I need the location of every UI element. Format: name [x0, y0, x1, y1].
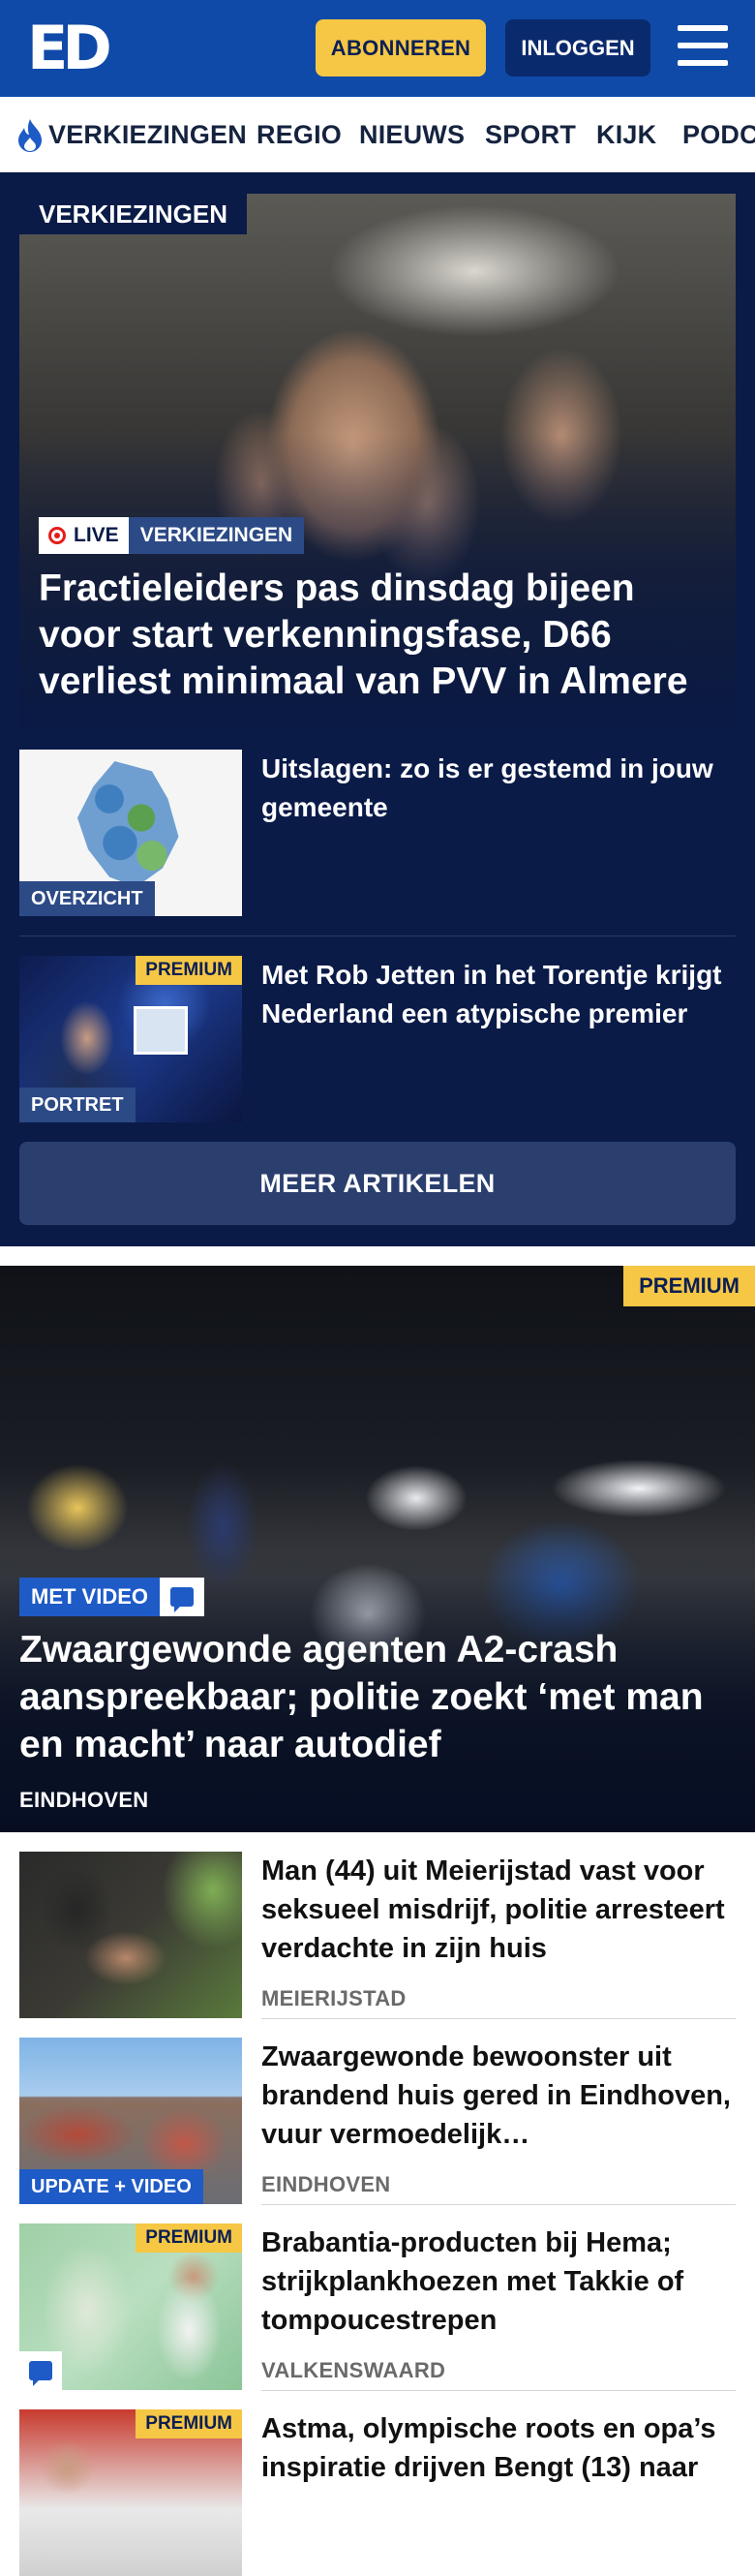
thumbnail-label: PORTRET [19, 1088, 136, 1122]
article-thumbnail [19, 1852, 242, 2018]
nav-item-nieuws[interactable]: NIEUWS [359, 118, 465, 151]
section-label: VERKIEZINGEN [19, 194, 248, 234]
ed-logo[interactable]: ED [27, 17, 112, 79]
article-thumbnail: OVERZICHT [19, 750, 242, 916]
article-headline[interactable]: Astma, olympische roots en opa’s inspira… [261, 2409, 736, 2487]
nav-item-kijk[interactable]: KIJK [596, 118, 656, 151]
hamburger-menu-icon[interactable] [678, 25, 728, 70]
thumbnail-label: OVERZICHT [19, 881, 155, 916]
article-thumbnail: UPDATE + VIDEO [19, 2038, 242, 2204]
list-item[interactable]: PREMIUM Astma, olympische roots en opa’s… [19, 2409, 736, 2576]
list-item[interactable]: Man (44) uit Meierijstad vast voor seksu… [19, 1852, 736, 2018]
category-badge: VERKIEZINGEN [128, 517, 305, 554]
hero-headline[interactable]: Fractieleiders pas dinsdag bijeen voor s… [39, 566, 726, 705]
feature-location: EINDHOVEN [19, 1788, 149, 1812]
comment-icon [170, 1587, 195, 1612]
divider [261, 2390, 736, 2391]
divider [261, 2204, 736, 2205]
article-location: MEIERIJSTAD [261, 1986, 407, 2010]
hero-article[interactable]: VERKIEZINGEN LIVE VERKIEZINGEN Fractiele… [19, 194, 736, 728]
article-headline[interactable]: Man (44) uit Meierijstad vast voor seksu… [261, 1852, 736, 1968]
live-dot-icon [48, 527, 66, 544]
premium-badge: PREMIUM [136, 2409, 242, 2438]
list-item[interactable]: PREMIUM Brabantia-producten bij Hema; st… [19, 2223, 736, 2390]
nav-item-regio[interactable]: REGIO [257, 118, 342, 151]
feature-article[interactable]: PREMIUM MET VIDEO Zwaargewonde agenten A… [0, 1266, 755, 1832]
premium-badge: PREMIUM [136, 2223, 242, 2253]
article-teaser[interactable]: PREMIUM PORTRET Met Rob Jetten in het To… [19, 956, 736, 1122]
article-headline[interactable]: Zwaargewonde bewoonster uit brandend hui… [261, 2038, 736, 2154]
comment-badge [160, 1578, 205, 1616]
update-video-badge: UPDATE + VIDEO [19, 2169, 203, 2204]
flame-icon [18, 119, 42, 152]
feature-headline[interactable]: Zwaargewonde agenten A2-crash aanspreekb… [19, 1626, 716, 1768]
article-headline[interactable]: Met Rob Jetten in het Torentje krijgt Ne… [261, 956, 736, 1033]
top-bar: ED ABONNEREN INLOGGEN [0, 0, 755, 97]
article-teaser[interactable]: OVERZICHT Uitslagen: zo is er gestemd in… [19, 750, 736, 916]
article-location: VALKENSWAARD [261, 2358, 446, 2382]
more-articles-button[interactable]: MEER ARTIKELEN [19, 1142, 736, 1225]
comment-icon [29, 2361, 52, 2386]
article-headline[interactable]: Brabantia-producten bij Hema; strijkplan… [261, 2223, 736, 2340]
premium-badge: PREMIUM [623, 1266, 755, 1306]
live-label: LIVE [74, 524, 119, 546]
list-item[interactable]: UPDATE + VIDEO Zwaargewonde bewoonster u… [19, 2038, 736, 2204]
login-button[interactable]: INLOGGEN [505, 19, 650, 77]
article-thumbnail: PREMIUM PORTRET [19, 956, 242, 1122]
feature-badges: MET VIDEO [19, 1578, 205, 1616]
category-nav: VERKIEZINGEN REGIO NIEUWS SPORT KIJK POD… [0, 97, 755, 172]
divider [261, 2018, 736, 2019]
article-thumbnail: PREMIUM [19, 2409, 242, 2576]
video-badge: MET VIDEO [19, 1578, 161, 1616]
live-badge: LIVE [39, 517, 129, 554]
article-headline[interactable]: Uitslagen: zo is er gestemd in jouw geme… [261, 750, 736, 827]
article-location: EINDHOVEN [261, 2172, 391, 2196]
comment-badge [19, 2351, 62, 2390]
nav-item-podcast[interactable]: PODC [682, 118, 755, 151]
article-thumbnail: PREMIUM [19, 2223, 242, 2390]
hero-badges: LIVE VERKIEZINGEN [39, 517, 305, 554]
nav-item-verkiezingen[interactable]: VERKIEZINGEN [48, 118, 247, 151]
nav-item-sport[interactable]: SPORT [485, 118, 576, 151]
election-section: VERKIEZINGEN LIVE VERKIEZINGEN Fractiele… [0, 172, 755, 1246]
divider [19, 935, 736, 936]
subscribe-button[interactable]: ABONNEREN [316, 19, 486, 77]
premium-badge: PREMIUM [136, 956, 242, 985]
